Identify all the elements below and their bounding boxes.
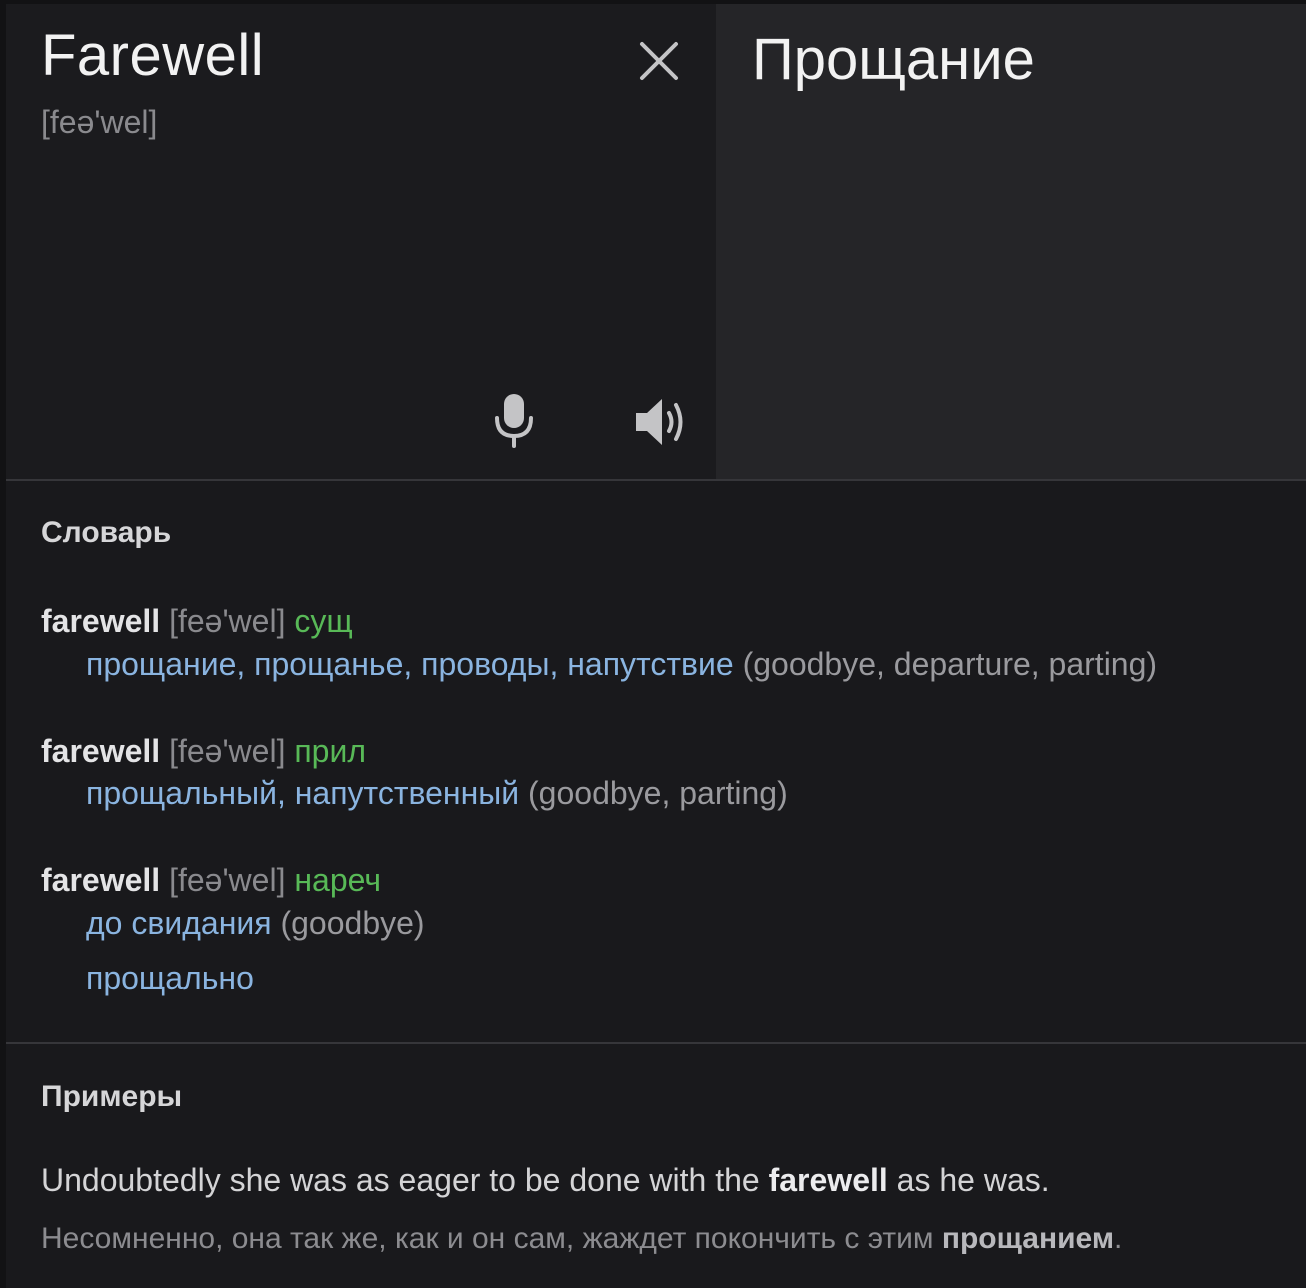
translation-line: до свидания (goodbye) (86, 905, 425, 942)
dictionary-title: Словарь (41, 516, 172, 549)
example-highlight: прощанием (941, 1222, 1115, 1255)
translation-links[interactable]: прощание, прощанье, проводы, напутствие (86, 646, 734, 682)
entry-transcription: [feə'wel] (169, 862, 286, 898)
entry-headword: farewell (41, 733, 161, 769)
divider (6, 479, 1306, 481)
entry-part-of-speech: сущ (294, 603, 353, 639)
translation-line: прощальный, напутственный (goodbye, part… (86, 775, 788, 812)
synonyms: (goodbye, parting) (528, 775, 788, 811)
translation-line: прощально (86, 960, 254, 997)
microphone-icon[interactable] (492, 392, 536, 450)
example-highlight: farewell (768, 1162, 888, 1198)
example-target-sentence: Несомненно, она так же, как и он сам, жа… (41, 1222, 1122, 1256)
example-text: as he was. (887, 1162, 1050, 1198)
translation-links[interactable]: прощально (86, 960, 254, 996)
speaker-icon[interactable] (634, 396, 690, 448)
example-text: . (1114, 1222, 1123, 1255)
translation-links[interactable]: прощальный, напутственный (86, 775, 519, 811)
synonyms: (goodbye) (280, 905, 425, 941)
translation-links[interactable]: до свидания (86, 905, 272, 941)
entry-transcription: [feə'wel] (169, 603, 286, 639)
translation-line: прощание, прощанье, проводы, напутствие … (86, 646, 1157, 683)
close-icon[interactable] (636, 38, 682, 84)
dictionary-entry: farewell [feə'wel] нареч (41, 862, 381, 899)
divider (6, 1042, 1306, 1044)
example-text: Undoubtedly she was as eager to be done … (41, 1162, 769, 1198)
examples-title: Примеры (41, 1080, 183, 1113)
synonyms: (goodbye, departure, parting) (742, 646, 1158, 682)
translator-screen: Farewell [feə'wel] Прощание Словарь fare… (0, 0, 1306, 1288)
entry-headword: farewell (41, 862, 161, 898)
entry-transcription: [feə'wel] (169, 733, 286, 769)
target-word: Прощание (752, 27, 1035, 92)
entry-headword: farewell (41, 603, 161, 639)
dictionary-entry: farewell [feə'wel] прил (41, 733, 366, 770)
dictionary-entry: farewell [feə'wel] сущ (41, 603, 353, 640)
example-source-sentence: Undoubtedly she was as eager to be done … (41, 1162, 1050, 1199)
target-panel: Прощание (716, 4, 1306, 479)
entry-part-of-speech: прил (294, 733, 367, 769)
source-transcription: [feə'wel] (41, 104, 158, 140)
entry-part-of-speech: нареч (294, 862, 382, 898)
source-panel: Farewell [feə'wel] (6, 4, 716, 479)
example-text: Несомненно, она так же, как и он сам, жа… (41, 1222, 942, 1255)
source-word[interactable]: Farewell (41, 22, 264, 89)
